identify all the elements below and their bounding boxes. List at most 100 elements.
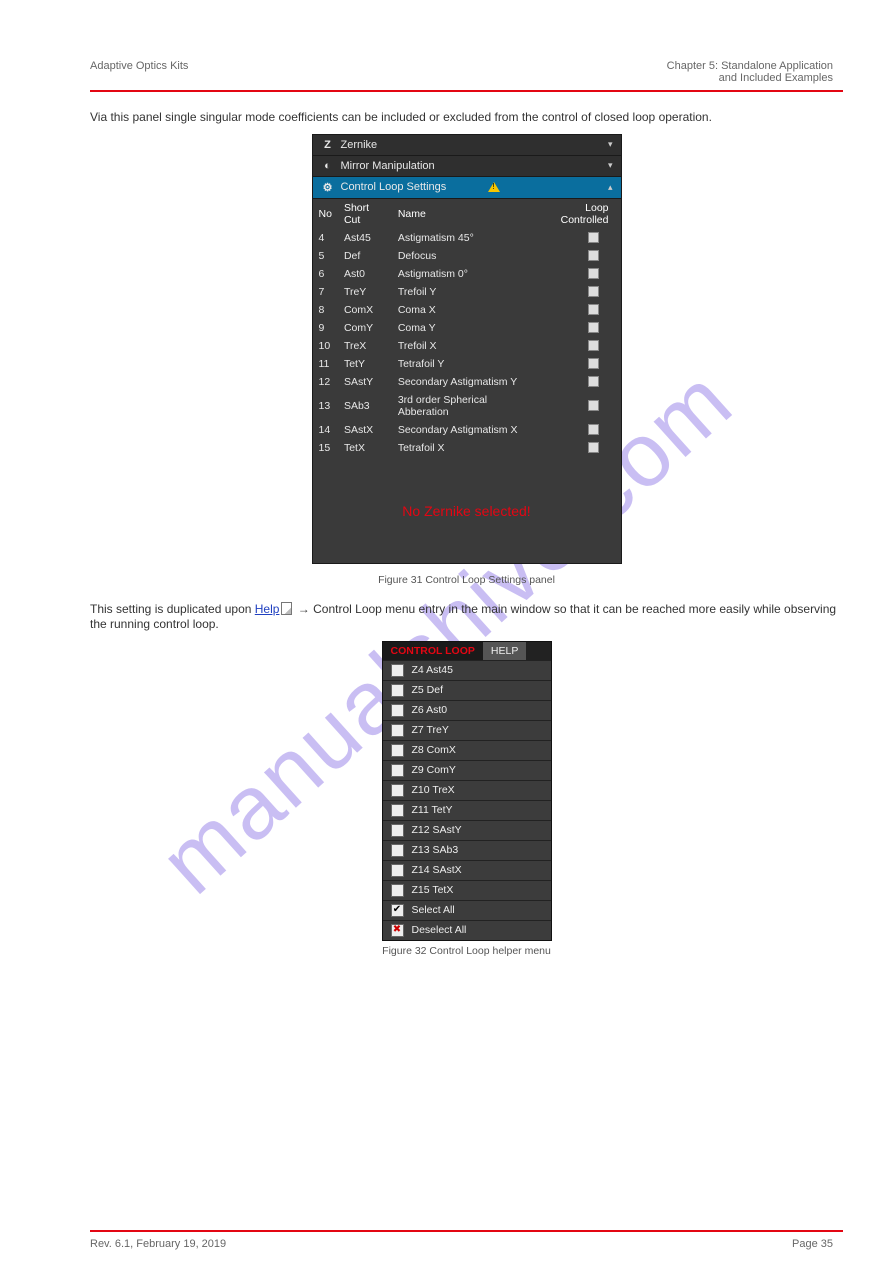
list-item[interactable]: Z14 SAstX (383, 860, 551, 880)
col-loop-controlled: Loop Controlled (533, 199, 621, 229)
list-item[interactable]: Z7 TreY (383, 720, 551, 740)
checkbox[interactable] (391, 744, 404, 757)
checkbox[interactable] (391, 884, 404, 897)
control-loop-settings-panel: Z Zernike ▾ ◐ Mirror Manipulation ▾ ⚙ Co… (312, 134, 622, 564)
footer-rev: Rev. 6.1, February 19, 2019 (90, 1238, 226, 1250)
table-row: 6Ast0Astigmatism 0° (313, 265, 621, 283)
list-item[interactable]: Z12 SAstY (383, 820, 551, 840)
cell-sc: SAstX (338, 421, 392, 439)
loop-checkbox[interactable] (588, 358, 599, 369)
table-row: 7TreYTrefoil Y (313, 283, 621, 301)
chevron-up-icon: ▴ (608, 182, 613, 193)
item-label: Z11 TetY (412, 804, 453, 816)
cell-name: Tetrafoil Y (392, 355, 533, 373)
loop-checkbox[interactable] (588, 286, 599, 297)
list-item[interactable]: Z11 TetY (383, 800, 551, 820)
list-item[interactable]: Z5 Def (383, 680, 551, 700)
item-label: Z13 SAb3 (412, 844, 459, 856)
checkbox[interactable] (391, 824, 404, 837)
help-link[interactable]: Help (255, 602, 280, 616)
checkbox-x[interactable] (391, 924, 404, 937)
loop-checkbox[interactable] (588, 376, 599, 387)
cell-no: 8 (313, 301, 338, 319)
cell-no: 13 (313, 391, 338, 421)
checkbox[interactable] (391, 684, 404, 697)
accordion-mirror-manipulation[interactable]: ◐ Mirror Manipulation ▾ (313, 156, 621, 177)
table-row: 14SAstXSecondary Astigmatism X (313, 421, 621, 439)
tab-control-loop[interactable]: CONTROL LOOP (383, 642, 483, 660)
item-label: Z12 SAstY (412, 824, 462, 836)
list-item[interactable]: Z6 Ast0 (383, 700, 551, 720)
item-label: Z6 Ast0 (412, 704, 448, 716)
checkbox[interactable] (391, 804, 404, 817)
figure-32-caption: Figure 32 Control Loop helper menu (90, 945, 843, 957)
cell-no: 10 (313, 337, 338, 355)
page-icon (281, 602, 292, 615)
list-item[interactable]: Z10 TreX (383, 780, 551, 800)
table-row: 9ComYComa Y (313, 319, 621, 337)
cell-no: 4 (313, 229, 338, 247)
select-all-item[interactable]: Select All (383, 900, 551, 920)
settings-icon: ⚙ (321, 181, 335, 194)
cell-sc: TetY (338, 355, 392, 373)
cell-name: Secondary Astigmatism Y (392, 373, 533, 391)
mirror-icon: ◐ (321, 160, 335, 172)
zernike-table: No Short Cut Name Loop Controlled 4Ast45… (313, 199, 621, 457)
checkbox[interactable] (391, 724, 404, 737)
intro-paragraph: Via this panel single singular mode coef… (90, 110, 843, 126)
list-item[interactable]: Z8 ComX (383, 740, 551, 760)
menu-tabs: CONTROL LOOP HELP (383, 642, 551, 660)
cell-name: Coma X (392, 301, 533, 319)
loop-checkbox[interactable] (588, 400, 599, 411)
footer-page: Page 35 (792, 1238, 833, 1250)
loop-checkbox[interactable] (588, 442, 599, 453)
cell-no: 14 (313, 421, 338, 439)
loop-checkbox[interactable] (588, 340, 599, 351)
header-right: Chapter 5: Standalone Application and In… (667, 60, 833, 84)
checkbox[interactable] (391, 844, 404, 857)
loop-checkbox[interactable] (588, 250, 599, 261)
cell-name: Trefoil X (392, 337, 533, 355)
cell-no: 9 (313, 319, 338, 337)
col-name: Name (392, 199, 533, 229)
mirror-label: Mirror Manipulation (341, 160, 435, 172)
checkbox[interactable] (391, 784, 404, 797)
select-all-label: Select All (412, 904, 455, 916)
list-item[interactable]: Z13 SAb3 (383, 840, 551, 860)
list-item[interactable]: Z15 TetX (383, 880, 551, 900)
checkbox[interactable] (391, 864, 404, 877)
chevron-down-icon: ▾ (608, 160, 613, 171)
checkbox-checked[interactable] (391, 904, 404, 917)
para2-prefix: This setting is duplicated upon (90, 602, 255, 616)
table-row: 8ComXComa X (313, 301, 621, 319)
item-label: Z5 Def (412, 684, 444, 696)
table-row: 12SAstYSecondary Astigmatism Y (313, 373, 621, 391)
loop-checkbox[interactable] (588, 268, 599, 279)
checkbox[interactable] (391, 764, 404, 777)
col-no: No (313, 199, 338, 229)
deselect-all-item[interactable]: Deselect All (383, 920, 551, 940)
cell-sc: ComY (338, 319, 392, 337)
list-item[interactable]: Z9 ComY (383, 760, 551, 780)
deselect-all-label: Deselect All (412, 924, 467, 936)
cell-no: 5 (313, 247, 338, 265)
cell-sc: ComX (338, 301, 392, 319)
cell-sc: TreY (338, 283, 392, 301)
tab-help[interactable]: HELP (483, 642, 526, 660)
loop-checkbox[interactable] (588, 304, 599, 315)
loop-checkbox[interactable] (588, 322, 599, 333)
loop-checkbox[interactable] (588, 424, 599, 435)
figure-31-caption: Figure 31 Control Loop Settings panel (90, 574, 843, 586)
accordion-zernike[interactable]: Z Zernike ▾ (313, 135, 621, 156)
cell-sc: TreX (338, 337, 392, 355)
checkbox[interactable] (391, 664, 404, 677)
checkbox[interactable] (391, 704, 404, 717)
table-row: 5DefDefocus (313, 247, 621, 265)
zernike-label: Zernike (341, 139, 378, 151)
item-label: Z8 ComX (412, 744, 456, 756)
accordion-control-loop-settings[interactable]: ⚙ Control Loop Settings ▴ (313, 177, 621, 199)
list-item[interactable]: Z4 Ast45 (383, 660, 551, 680)
cell-name: Astigmatism 0° (392, 265, 533, 283)
loop-checkbox[interactable] (588, 232, 599, 243)
para2-arrow: → (294, 602, 313, 616)
